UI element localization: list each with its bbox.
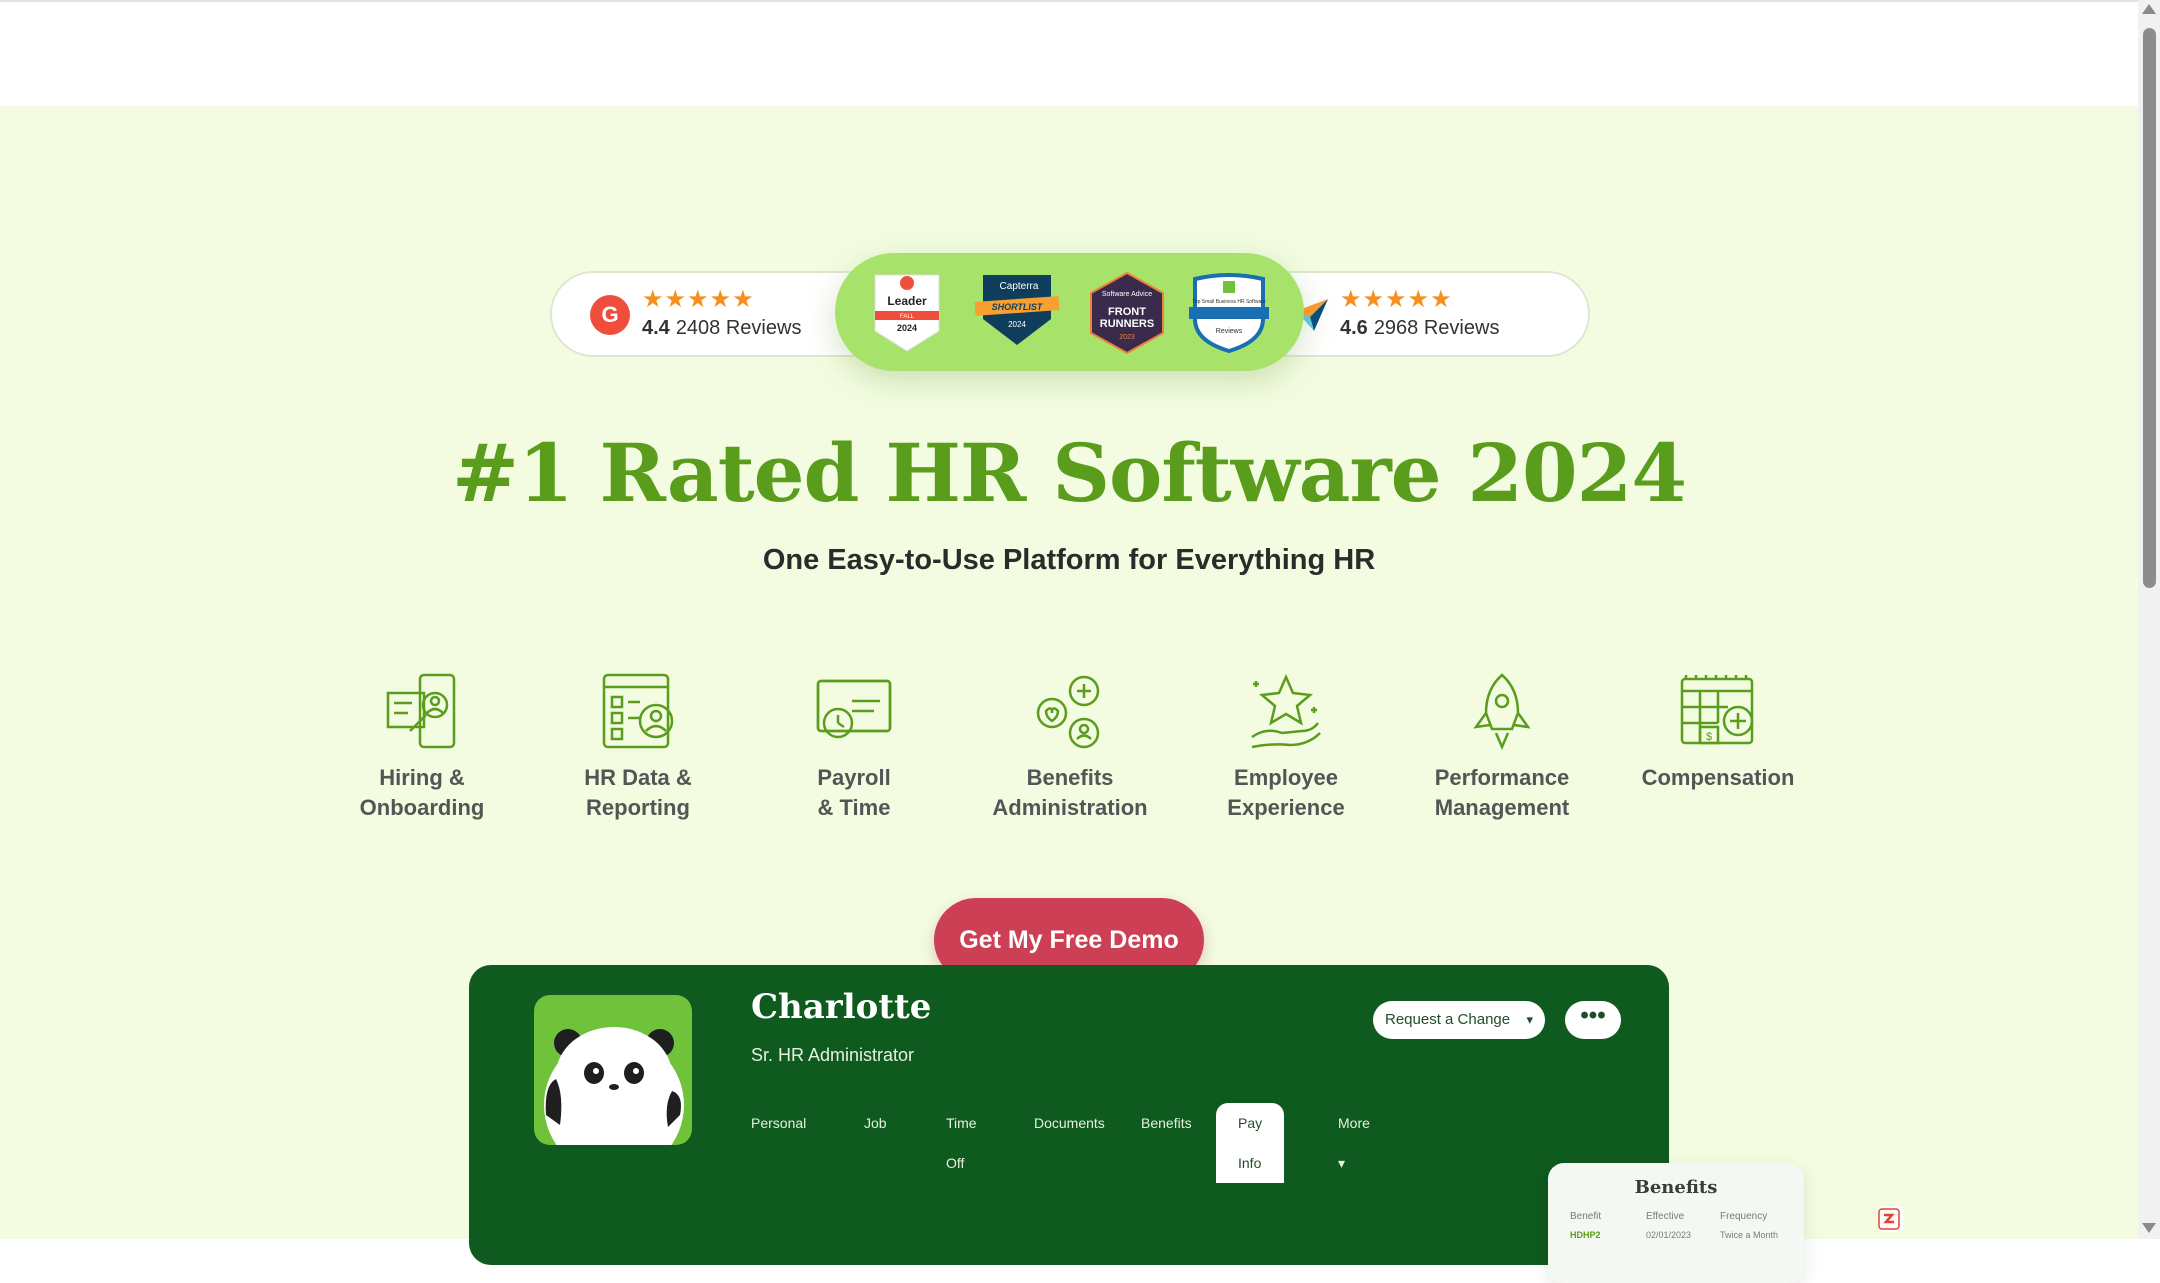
benefits-icon bbox=[1036, 675, 1100, 749]
g2-logo-icon: G bbox=[590, 295, 630, 335]
svg-text:2024: 2024 bbox=[897, 323, 917, 333]
svg-text:RUNNERS: RUNNERS bbox=[1100, 318, 1154, 330]
feature-benefits-administration[interactable]: Benefits Administration bbox=[975, 671, 1165, 823]
hiring-icon bbox=[386, 673, 456, 749]
panda-avatar-icon bbox=[544, 1027, 684, 1145]
svg-text:2023: 2023 bbox=[1119, 334, 1135, 341]
g2-review-count: 2408 Reviews bbox=[675, 317, 802, 339]
feature-label: Benefits Administration bbox=[992, 765, 1148, 820]
page-scrollbar[interactable] bbox=[2138, 0, 2160, 1239]
request-change-button[interactable]: Request a Change bbox=[1373, 1001, 1545, 1039]
employee-name: Charlotte bbox=[751, 987, 932, 1027]
chat-widget-icon[interactable] bbox=[1878, 1206, 1904, 1232]
tab-benefits[interactable]: Benefits bbox=[1141, 1103, 1192, 1143]
more-options-button[interactable]: ••• bbox=[1565, 1001, 1621, 1039]
g2-rating-text: 4.4 2408 Reviews bbox=[642, 317, 801, 340]
svg-text:FRONT: FRONT bbox=[1108, 306, 1146, 318]
capterra-review-count: 2968 Reviews bbox=[1373, 317, 1500, 339]
g2-score: 4.4 bbox=[642, 317, 670, 339]
benefits-summary-card: Benefits Benefit Effective Frequency HDH… bbox=[1548, 1163, 1804, 1283]
employee-experience-icon bbox=[1251, 673, 1321, 749]
svg-text:Reviews: Reviews bbox=[1216, 328, 1243, 335]
hero-title: #1 Rated HR Software 2024 bbox=[451, 426, 1687, 520]
app-preview-card: Charlotte Sr. HR Administrator Request a… bbox=[469, 965, 1669, 1265]
svg-text:$: $ bbox=[1706, 731, 1712, 743]
feature-performance-management[interactable]: Performance Management bbox=[1407, 671, 1597, 823]
star-rating-icon: ★★★★★ bbox=[642, 286, 755, 313]
top-header-bar bbox=[0, 0, 2138, 108]
feature-label: Payroll & Time bbox=[817, 765, 891, 820]
svg-text:SHORTLIST: SHORTLIST bbox=[992, 302, 1044, 312]
svg-text:Software Advice: Software Advice bbox=[1102, 291, 1152, 298]
scroll-thumb[interactable] bbox=[2143, 28, 2156, 588]
feature-label: HR Data & Reporting bbox=[584, 765, 692, 820]
feature-label: Employee Experience bbox=[1227, 765, 1345, 820]
feature-label: Compensation bbox=[1641, 765, 1795, 790]
tab-time-off[interactable]: Time Off bbox=[946, 1103, 977, 1183]
scroll-up-arrow-icon[interactable] bbox=[2142, 4, 2156, 14]
benefits-column-header: Benefit bbox=[1570, 1211, 1602, 1222]
employee-avatar bbox=[534, 995, 692, 1145]
tab-more[interactable]: More ▾ bbox=[1338, 1103, 1370, 1183]
feature-compensation[interactable]: $ Compensation bbox=[1623, 671, 1813, 793]
performance-icon bbox=[1473, 673, 1531, 751]
svg-text:Top Small Business HR Software: Top Small Business HR Software bbox=[1192, 299, 1266, 305]
g2-leader-badge-icon: Leader FALL 2024 bbox=[874, 274, 940, 352]
feature-label: Hiring & Onboarding bbox=[359, 765, 485, 820]
employee-role: Sr. HR Administrator bbox=[751, 1045, 915, 1065]
svg-text:2024: 2024 bbox=[1008, 320, 1026, 329]
tab-documents[interactable]: Documents bbox=[1034, 1103, 1105, 1143]
feature-label: Performance Management bbox=[1434, 765, 1570, 820]
tab-pay-info[interactable]: Pay Info bbox=[1216, 1103, 1285, 1183]
svg-text:FALL: FALL bbox=[900, 314, 915, 320]
svg-text:Leader: Leader bbox=[887, 294, 927, 308]
feature-payroll-time[interactable]: Payroll & Time bbox=[759, 671, 949, 823]
capterra-score: 4.6 bbox=[1340, 317, 1368, 339]
benefits-column-header: Effective bbox=[1646, 1211, 1685, 1222]
compensation-icon: $ bbox=[1680, 675, 1754, 745]
tab-personal[interactable]: Personal bbox=[751, 1103, 806, 1143]
star-rating-icon: ★★★★★ bbox=[1340, 286, 1453, 313]
capterra-shortlist-badge-icon: Capterra SHORTLIST 2024 bbox=[974, 275, 1060, 345]
benefits-columns: Benefit Effective Frequency bbox=[1570, 1211, 1767, 1222]
benefits-card-title: Benefits bbox=[1634, 1177, 1718, 1198]
hero-subtitle: One Easy-to-Use Platform for Everything … bbox=[762, 544, 1376, 576]
feature-hiring-onboarding[interactable]: Hiring & Onboarding bbox=[327, 671, 517, 823]
feature-employee-experience[interactable]: Employee Experience bbox=[1191, 671, 1381, 823]
small-business-hr-badge-icon: Top Small Business HR Software Reviews bbox=[1189, 273, 1269, 354]
capterra-rating-text: 4.6 2968 Reviews bbox=[1340, 317, 1499, 340]
tab-job[interactable]: Job bbox=[864, 1103, 887, 1143]
software-advice-badge-icon: Software Advice FRONT RUNNERS 2023 bbox=[1090, 271, 1164, 355]
feature-hr-data-reporting[interactable]: HR Data & Reporting bbox=[543, 671, 733, 823]
hr-data-icon bbox=[602, 673, 674, 749]
payroll-icon bbox=[816, 679, 892, 739]
scroll-down-arrow-icon[interactable] bbox=[2142, 1223, 2156, 1233]
benefits-column-header: Frequency bbox=[1720, 1211, 1768, 1222]
svg-text:Capterra: Capterra bbox=[1000, 281, 1039, 292]
awards-badge-pill: Leader FALL 2024 Capterra SHORTLIST 2024… bbox=[835, 253, 1304, 371]
